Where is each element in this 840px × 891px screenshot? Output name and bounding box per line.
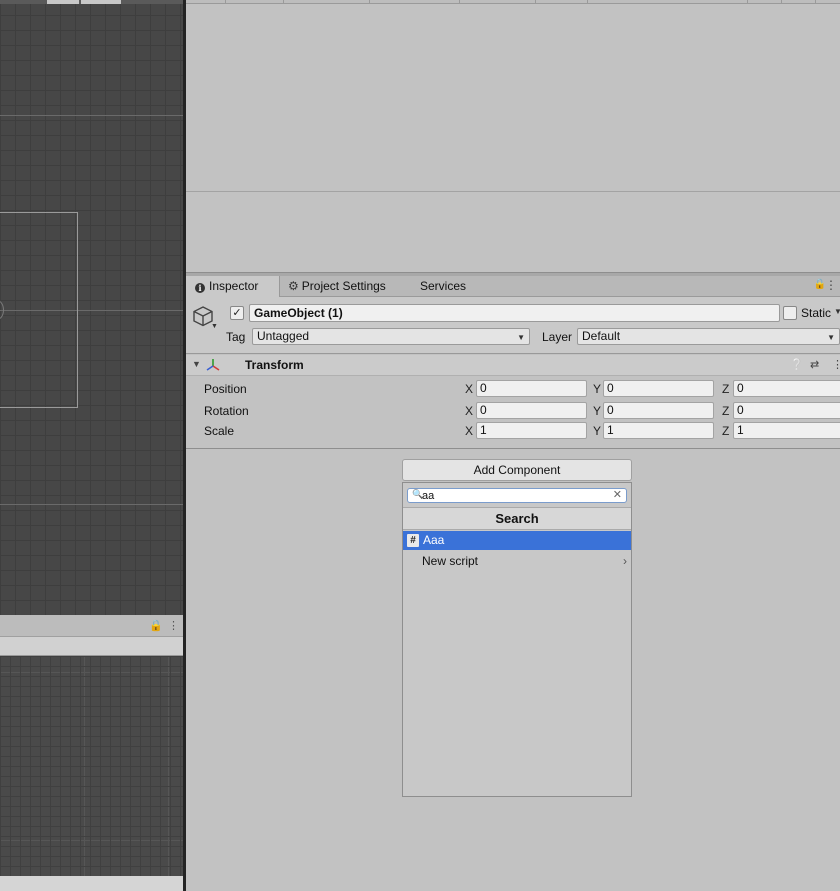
scene-toolbar-tab[interactable] xyxy=(81,0,121,4)
tag-dropdown[interactable]: Untagged ▼ xyxy=(252,328,530,345)
object-header: ▼ ✓ GameObject (1) Static ▼ Tag Untagged… xyxy=(186,297,840,354)
result-item-new-script[interactable]: New script › xyxy=(403,551,631,571)
position-y-field[interactable]: 0 xyxy=(603,380,714,397)
tag-label: Tag xyxy=(226,330,246,344)
more-menu-icon[interactable]: ⋮ xyxy=(825,278,837,292)
scale-x-field[interactable]: 1 xyxy=(476,422,587,439)
tab-inspector[interactable]: i Inspector xyxy=(186,276,280,297)
tab-project-settings[interactable]: ⚙ Project Settings xyxy=(288,276,408,297)
axis-x-label[interactable]: X xyxy=(465,424,473,438)
hierarchy-panel[interactable] xyxy=(186,4,840,192)
axis-x-label[interactable]: X xyxy=(465,382,473,396)
lock-icon[interactable]: 🔒 xyxy=(149,619,163,632)
rotation-y-field[interactable]: 0 xyxy=(603,402,714,419)
axis-z-label[interactable]: Z xyxy=(722,424,729,438)
axis-y-label[interactable]: Y xyxy=(593,382,601,396)
script-hash-icon: # xyxy=(407,534,419,547)
tab-services[interactable]: Services xyxy=(420,276,480,297)
tab-label: Services xyxy=(420,279,467,293)
component-search-input[interactable]: 🔍 aa ✕ xyxy=(407,488,627,503)
component-title: Transform xyxy=(245,358,304,372)
more-menu-icon[interactable]: ⋮ xyxy=(168,619,179,632)
axis-y-label[interactable]: Y xyxy=(593,424,601,438)
layer-label: Layer xyxy=(542,330,573,344)
position-z-field[interactable]: 0 xyxy=(733,380,840,397)
axis-z-label[interactable]: Z xyxy=(722,382,729,396)
static-label: Static xyxy=(801,306,832,320)
result-label: Aaa xyxy=(423,533,445,547)
scene-view[interactable] xyxy=(0,0,183,615)
result-label: New script xyxy=(422,554,479,568)
static-checkbox[interactable] xyxy=(783,306,797,320)
status-bar xyxy=(0,876,183,891)
camera-frame xyxy=(0,212,78,408)
chevron-down-icon: ▼ xyxy=(517,333,525,342)
chevron-right-icon: › xyxy=(623,554,627,568)
layer-value: Default xyxy=(582,329,621,343)
transform-fields: Position X 0 Y 0 Z 0 Rotation X 0 Y 0 Z … xyxy=(186,376,840,449)
chevron-down-icon: ▼ xyxy=(827,333,835,342)
hierarchy-panel-lower[interactable] xyxy=(186,193,840,273)
scene-grid-line xyxy=(0,115,183,116)
chevron-down-icon[interactable]: ▼ xyxy=(211,323,218,330)
scene-toolbar-strip xyxy=(0,0,183,4)
game-view-toolbar xyxy=(0,637,183,656)
game-view-header: 🔒 ⋮ xyxy=(0,615,183,637)
preset-sliders-icon[interactable]: ⇄ xyxy=(810,358,819,371)
transform-axes-icon xyxy=(206,359,220,371)
scale-label: Scale xyxy=(204,424,235,438)
search-input-value: aa xyxy=(422,490,435,502)
foldout-arrow-icon[interactable]: ▼ xyxy=(192,359,201,369)
axis-y-label[interactable]: Y xyxy=(593,404,601,418)
info-icon: i xyxy=(195,283,205,293)
chevron-down-icon[interactable]: ▼ xyxy=(834,307,840,316)
add-component-popup: 🔍 aa ✕ Search # Aaa New script › xyxy=(402,482,632,797)
transform-component-header[interactable]: ▼ Transform ❔ ⇄ ⋮ xyxy=(186,355,840,376)
popup-section-title: Search xyxy=(403,507,631,530)
rotation-z-field[interactable]: 0 xyxy=(733,402,840,419)
object-name-field[interactable]: GameObject (1) xyxy=(249,304,780,322)
position-label: Position xyxy=(204,382,247,396)
scene-grid-line xyxy=(0,504,183,505)
tab-label: Project Settings xyxy=(301,279,386,293)
add-component-button[interactable]: Add Component xyxy=(402,459,632,481)
gear-icon: ⚙ xyxy=(288,279,299,293)
axis-x-label[interactable]: X xyxy=(465,404,473,418)
active-checkbox[interactable]: ✓ xyxy=(230,306,244,320)
tab-label: Inspector xyxy=(209,279,259,293)
tag-value: Untagged xyxy=(257,329,310,343)
help-icon[interactable]: ❔ xyxy=(790,358,804,371)
clear-icon[interactable]: ✕ xyxy=(613,488,622,501)
scale-z-field[interactable]: 1 xyxy=(733,422,840,439)
game-view[interactable] xyxy=(0,656,183,876)
rotation-x-field[interactable]: 0 xyxy=(476,402,587,419)
axis-z-label[interactable]: Z xyxy=(722,404,729,418)
more-menu-icon[interactable]: ⋮ xyxy=(832,358,840,371)
layer-dropdown[interactable]: Default ▼ xyxy=(577,328,840,345)
scale-y-field[interactable]: 1 xyxy=(603,422,714,439)
rotation-label: Rotation xyxy=(204,404,249,418)
scene-toolbar-tab[interactable] xyxy=(47,0,79,4)
result-item-aaa[interactable]: # Aaa xyxy=(403,531,631,550)
position-x-field[interactable]: 0 xyxy=(476,380,587,397)
inspector-tab-bar: i Inspector ⚙ Project Settings Services 🔒 … xyxy=(186,276,840,297)
